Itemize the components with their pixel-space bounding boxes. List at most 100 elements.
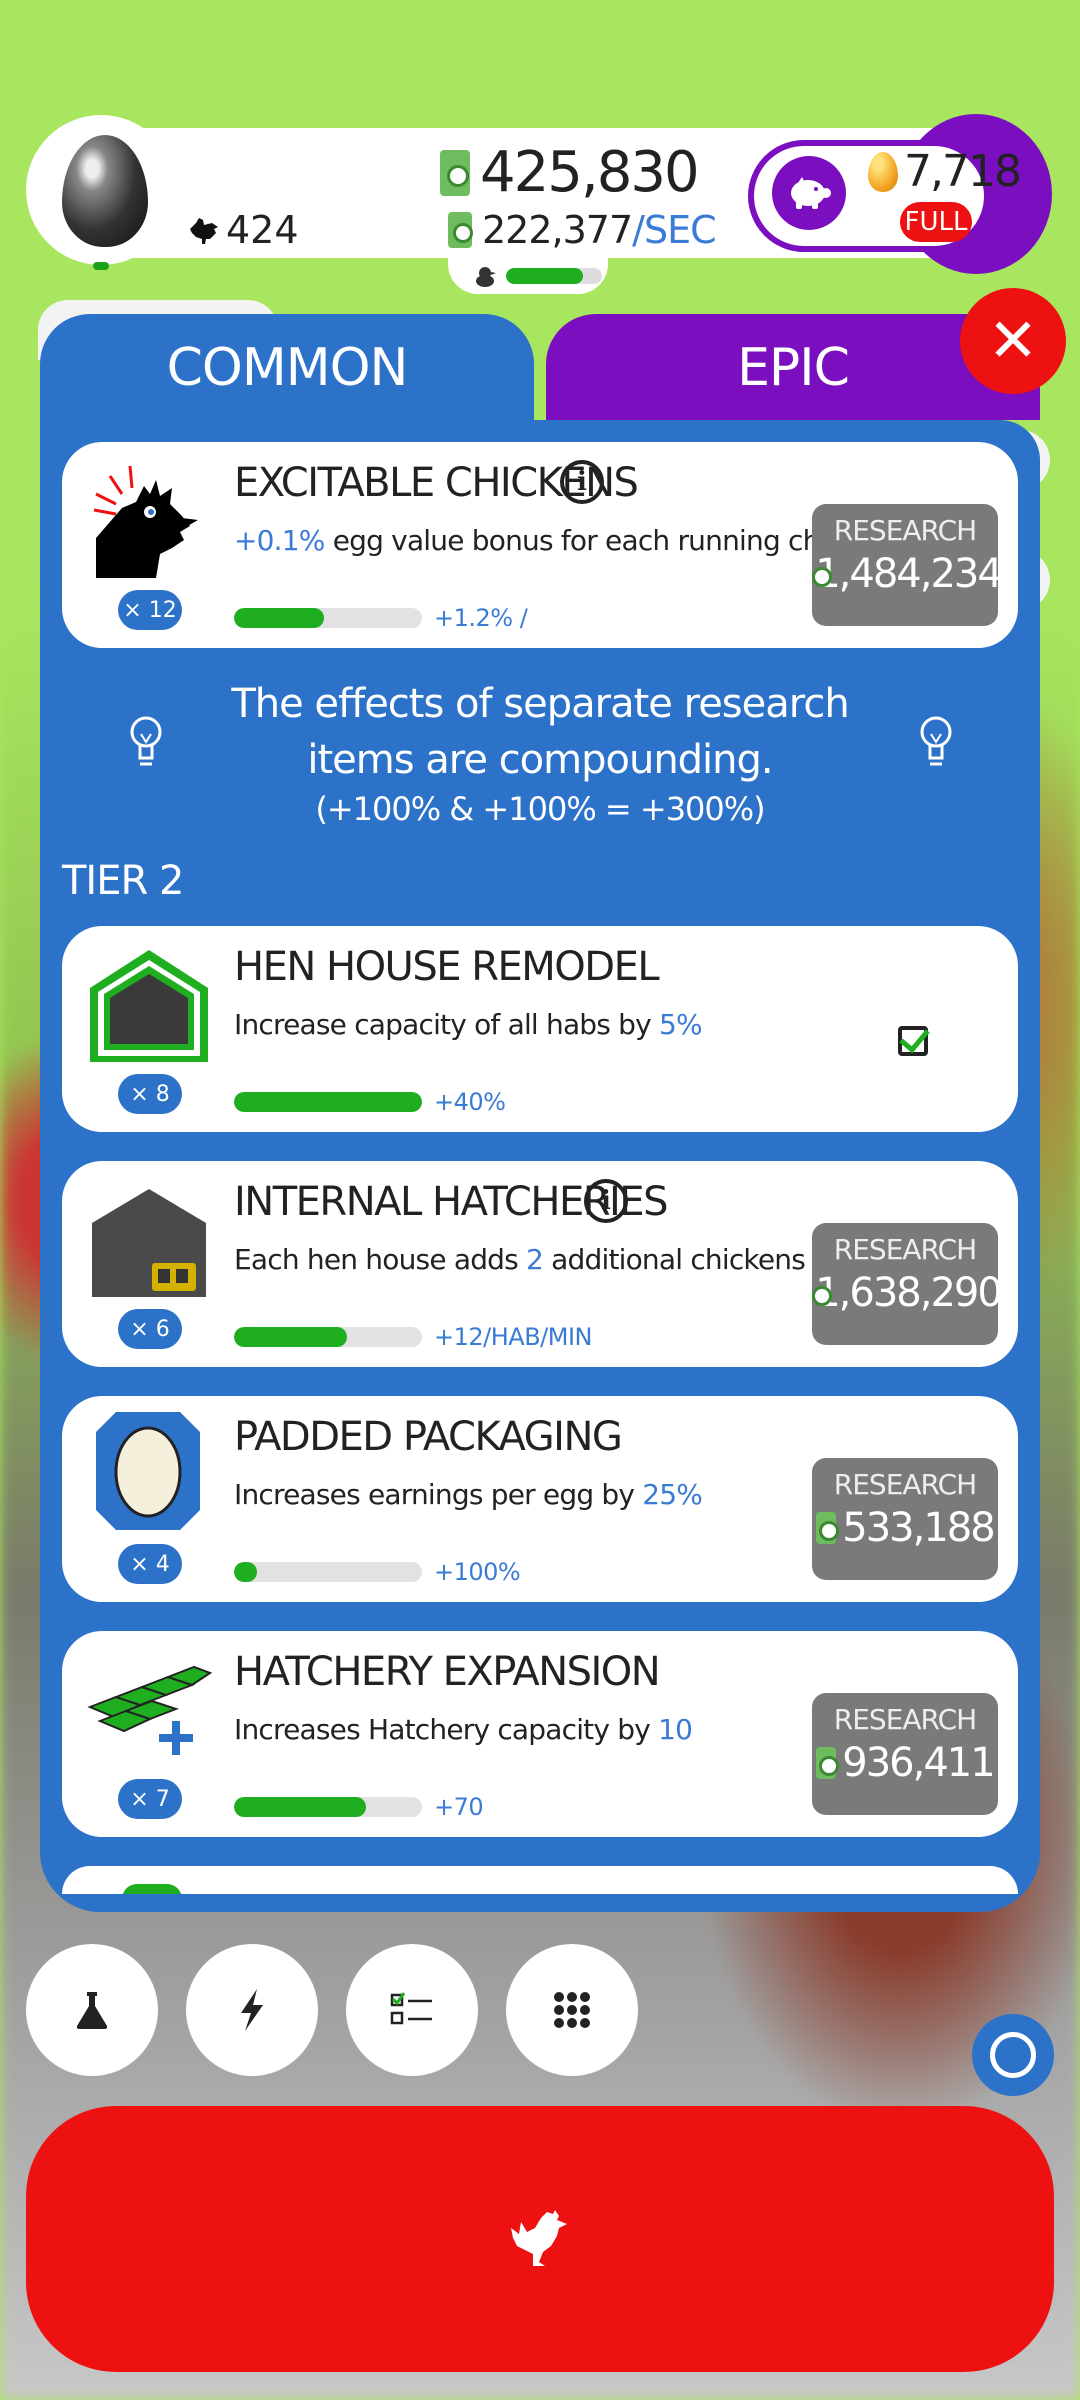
piggy-bank-icon xyxy=(791,177,831,209)
cash-icon xyxy=(448,212,473,248)
hatchery-building-icon xyxy=(92,1189,206,1297)
lightbulb-icon xyxy=(920,716,952,766)
hatchery-expansion-icon xyxy=(87,1665,212,1755)
research-title: HEN HOUSE REMODEL xyxy=(234,944,660,990)
research-progress-fill xyxy=(234,1327,347,1347)
research-card: × 4 PADDED PACKAGING Increases earnings … xyxy=(62,1396,1018,1602)
padded-egg-icon xyxy=(96,1412,200,1530)
hatchery-progress-bar xyxy=(506,268,602,284)
research-button-label: RESEARCH xyxy=(833,1233,977,1266)
research-desc-text: Increase capacity of all habs by xyxy=(234,1008,660,1041)
research-desc-text: Each hen house adds xyxy=(234,1243,527,1276)
cash-icon xyxy=(816,1512,840,1544)
research-button[interactable]: RESEARCH 936,411 xyxy=(812,1693,998,1815)
cash-icon xyxy=(816,1747,840,1779)
chicken-icon xyxy=(511,2210,567,2266)
research-progress-value: +1.2% / xyxy=(434,604,528,632)
cash-rate-value: 222,377/SEC xyxy=(482,208,717,252)
research-button[interactable]: RESEARCH 533,188 xyxy=(812,1458,998,1580)
tier-heading: TIER 2 xyxy=(62,858,184,904)
info-icon[interactable]: i xyxy=(560,460,604,504)
research-title: HATCHERY EXPANSION xyxy=(234,1649,661,1695)
cash-rate: 222,377/SEC xyxy=(448,208,717,252)
cash-rate-number: 222,377 xyxy=(482,208,633,252)
research-level: × 8 xyxy=(118,1074,182,1114)
chick-icon xyxy=(476,267,496,287)
research-card: × 8 HEN HOUSE REMODEL Increase capacity … xyxy=(62,926,1018,1132)
hen-house-icon xyxy=(90,950,208,1062)
research-progress-fill xyxy=(234,608,325,628)
research-desc-highlight: 2 xyxy=(526,1243,544,1276)
research-price-value: 936,411 xyxy=(842,1740,995,1786)
research-button[interactable]: RESEARCH 1,484,234 xyxy=(812,504,1003,626)
research-level: × 6 xyxy=(118,1309,182,1349)
research-price-value: 1,638,290 xyxy=(815,1270,1003,1316)
research-button[interactable]: RESEARCH 1,638,290 xyxy=(812,1223,1003,1345)
lightbulb-icon xyxy=(130,716,162,766)
research-card: × 12 EXCITABLE CHICKENS i +0.1% egg valu… xyxy=(62,442,1018,648)
cash-icon xyxy=(440,149,470,196)
boosts-nav-button[interactable] xyxy=(186,1944,318,2076)
research-price: 936,411 xyxy=(812,1740,998,1786)
research-tip-formula: (+100% & +100% = +300%) xyxy=(315,790,765,828)
research-price-value: 1,484,234 xyxy=(815,551,1003,597)
hatchery-progress-fill xyxy=(506,268,583,284)
research-price: 533,188 xyxy=(812,1505,998,1551)
research-description: +0.1% egg value bonus for each running c… xyxy=(234,524,890,557)
cash-amount: 425,830 xyxy=(480,140,700,205)
menu-nav-button[interactable] xyxy=(506,1944,638,2076)
cash-display: 425,830 xyxy=(440,140,700,205)
excited-chicken-icon xyxy=(93,465,198,578)
research-progress-fill xyxy=(234,1562,257,1582)
research-progress-bar xyxy=(234,1327,422,1347)
piggy-bank-button[interactable] xyxy=(772,156,846,230)
golden-egg-icon xyxy=(868,152,898,192)
egg-indicator-dot xyxy=(93,262,109,270)
research-progress-bar xyxy=(234,1562,422,1582)
completed-check-icon xyxy=(898,1026,928,1056)
hatch-chicken-button[interactable] xyxy=(26,2106,1054,2372)
info-icon[interactable]: i xyxy=(584,1179,628,1223)
research-button-label: RESEARCH xyxy=(833,514,977,547)
lightning-icon xyxy=(241,1989,263,2031)
research-desc-highlight: +0.1% xyxy=(234,524,325,557)
research-progress-value: +40% xyxy=(434,1088,506,1116)
research-card: × 6 INTERNAL HATCHERIES i Each hen house… xyxy=(62,1161,1018,1367)
research-progress-bar xyxy=(234,608,422,628)
close-button[interactable]: ✕ xyxy=(960,288,1066,394)
chicken-icon xyxy=(190,218,218,244)
silo-full-badge: FULL xyxy=(900,202,972,242)
research-price: 1,638,290 xyxy=(812,1270,1003,1316)
research-card: × 7 HATCHERY EXPANSION Increases Hatcher… xyxy=(62,1631,1018,1837)
grid-icon xyxy=(554,1992,590,2028)
chicken-count-value: 424 xyxy=(226,208,299,252)
research-button-label: RESEARCH xyxy=(833,1703,977,1736)
research-progress-bar xyxy=(234,1797,422,1817)
camera-toggle-button[interactable] xyxy=(972,2014,1054,2096)
research-price: 1,484,234 xyxy=(812,551,1003,597)
missions-nav-button[interactable] xyxy=(346,1944,478,2076)
research-button-label: RESEARCH xyxy=(833,1468,977,1501)
research-level: × 7 xyxy=(118,1779,182,1819)
research-progress-fill xyxy=(234,1092,422,1112)
research-progress-bar xyxy=(234,1092,422,1112)
research-progress-fill xyxy=(234,1797,366,1817)
close-icon: ✕ xyxy=(987,306,1039,376)
flask-icon xyxy=(76,1992,108,2029)
research-desc-text: Increases earnings per egg by xyxy=(234,1478,643,1511)
research-price-value: 533,188 xyxy=(842,1505,995,1551)
research-level: × 4 xyxy=(118,1544,182,1584)
research-description: Increases Hatchery capacity by 10 xyxy=(234,1713,693,1746)
research-desc-highlight: 5% xyxy=(659,1008,703,1041)
research-desc-highlight: 10 xyxy=(658,1713,693,1746)
research-level: × 12 xyxy=(118,590,182,630)
ring-icon xyxy=(990,2032,1036,2078)
research-desc-text: Increases Hatchery capacity by xyxy=(234,1713,659,1746)
research-description: Increases earnings per egg by 25% xyxy=(234,1478,703,1511)
golden-egg-count: 7,718 xyxy=(904,146,1022,197)
checklist-icon xyxy=(390,1992,432,2025)
research-nav-button[interactable] xyxy=(26,1944,158,2076)
research-progress-value: +12/HAB/MIN xyxy=(434,1323,593,1351)
cash-rate-unit: /SEC xyxy=(632,208,716,252)
chicken-count: 424 xyxy=(186,208,299,252)
